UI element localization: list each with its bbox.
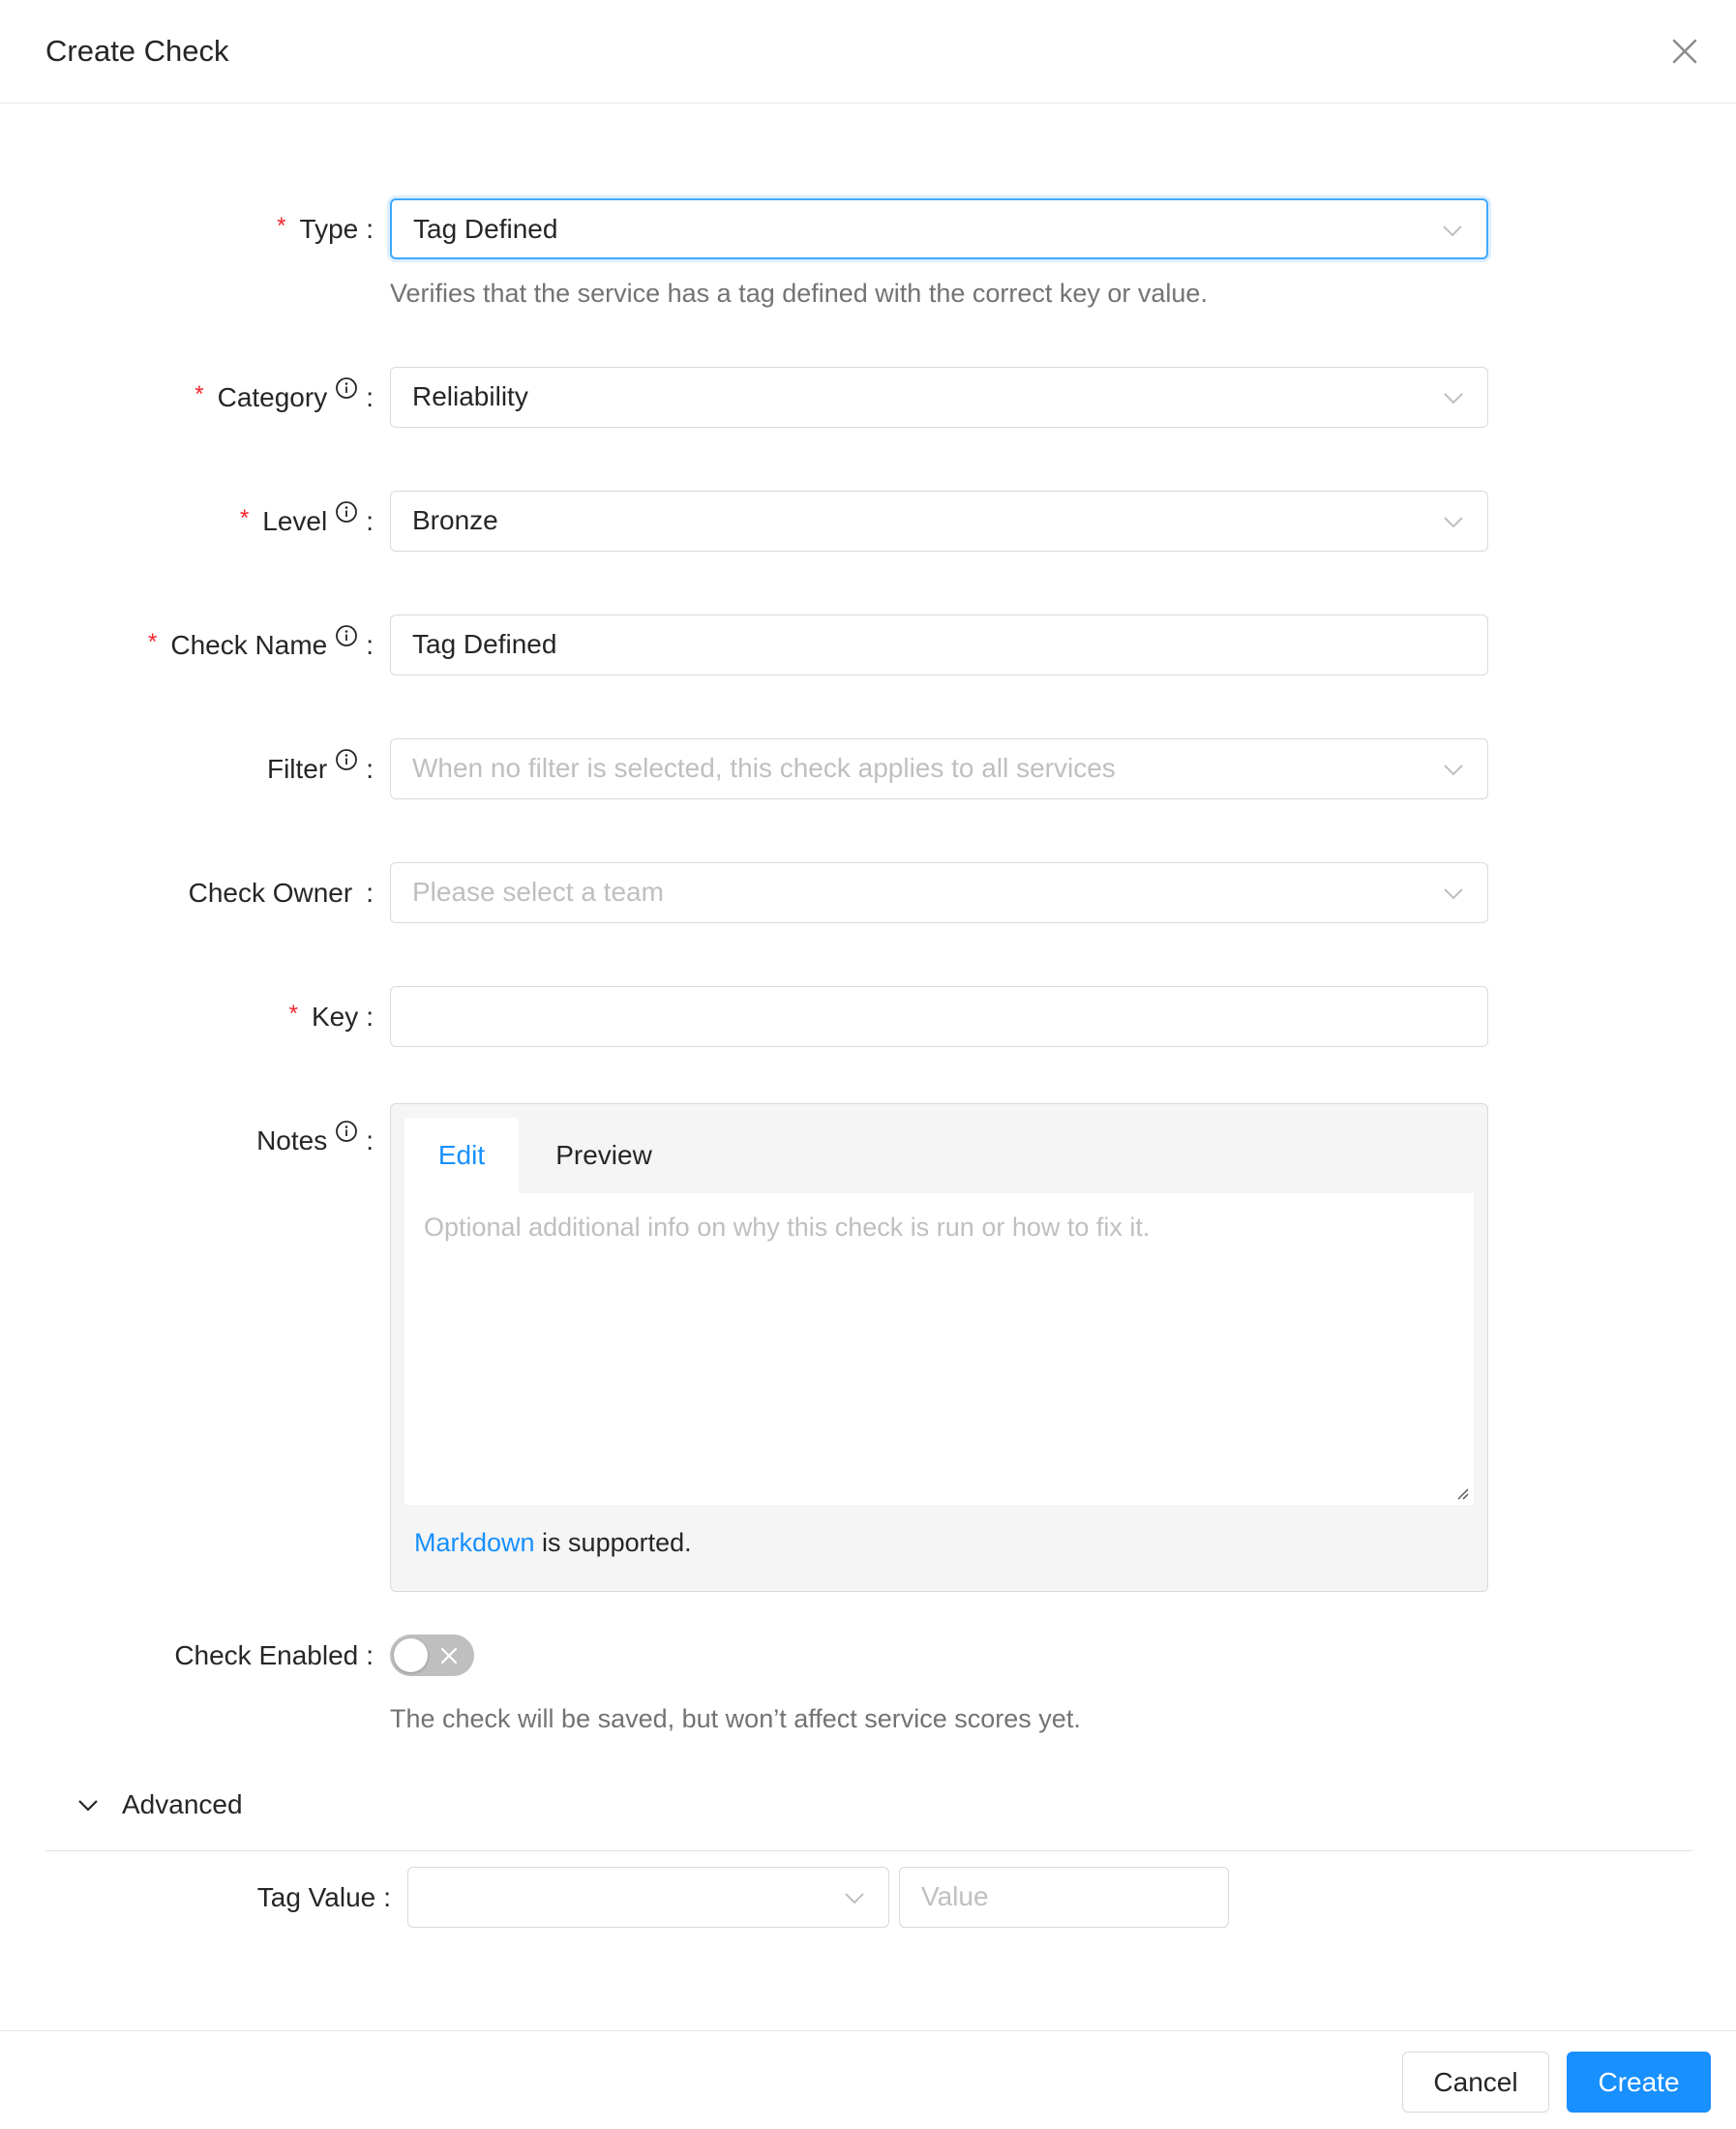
required-mark: *	[195, 381, 204, 407]
tab-edit[interactable]: Edit	[404, 1118, 519, 1193]
notes-placeholder: Optional additional info on why this che…	[424, 1213, 1151, 1242]
type-select-value: Tag Defined	[413, 214, 558, 244]
check-name-label: * Check Name :	[148, 625, 374, 662]
required-mark: *	[239, 505, 250, 531]
check-owner-placeholder: Please select a team	[412, 877, 664, 907]
level-label: * Level :	[239, 501, 374, 538]
cancel-button[interactable]: Cancel	[1402, 2052, 1549, 2113]
advanced-label: Advanced	[122, 1789, 243, 1819]
create-check-modal: Create Check * Type: Tag Defined Verifie…	[0, 0, 1736, 2129]
markdown-hint: Markdown is supported.	[414, 1528, 692, 1557]
check-enabled-help-text: The check will be saved, but won’t affec…	[390, 1704, 1081, 1733]
tag-value-operator-select[interactable]	[407, 1867, 889, 1928]
advanced-collapse-toggle[interactable]: Advanced	[77, 1788, 243, 1821]
info-icon[interactable]	[335, 1120, 358, 1143]
chevron-down-icon	[1444, 765, 1463, 776]
check-owner-select[interactable]: Please select a team	[390, 862, 1488, 923]
notes-label: Notes :	[256, 1121, 374, 1157]
toggle-knob	[394, 1638, 428, 1672]
modal-header: Create Check	[0, 0, 1736, 104]
chevron-down-icon	[845, 1893, 864, 1904]
check-enabled-label: Check Enabled:	[174, 1640, 374, 1670]
markdown-link[interactable]: Markdown	[414, 1528, 535, 1557]
chevron-down-icon	[1444, 888, 1463, 900]
filter-label: Filter :	[267, 749, 374, 786]
chevron-down-icon	[1443, 225, 1462, 237]
close-icon	[1672, 39, 1697, 64]
modal-title: Create Check	[45, 34, 229, 68]
type-select[interactable]: Tag Defined	[390, 198, 1488, 259]
check-name-input[interactable]: Tag Defined	[390, 615, 1488, 675]
key-label: * Key:	[289, 1001, 374, 1034]
required-mark: *	[277, 213, 286, 239]
notes-editor: Edit Preview Optional additional info on…	[390, 1103, 1488, 1592]
info-icon[interactable]	[335, 500, 358, 524]
close-icon	[440, 1647, 458, 1664]
type-label: * Type:	[277, 213, 374, 246]
type-help-text: Verifies that the service has a tag defi…	[390, 279, 1208, 308]
category-label: * Category :	[195, 377, 374, 414]
info-icon[interactable]	[335, 624, 358, 647]
category-select[interactable]: Reliability	[390, 367, 1488, 428]
filter-select[interactable]: When no filter is selected, this check a…	[390, 738, 1488, 799]
chevron-down-icon	[78, 1800, 98, 1812]
check-name-value: Tag Defined	[412, 629, 557, 659]
close-button[interactable]	[1668, 35, 1701, 68]
tag-value-label: Tag Value:	[256, 1882, 391, 1912]
filter-placeholder: When no filter is selected, this check a…	[412, 753, 1116, 783]
required-mark: *	[288, 1001, 298, 1027]
level-select[interactable]: Bronze	[390, 491, 1488, 552]
info-icon[interactable]	[335, 376, 358, 400]
info-icon[interactable]	[335, 748, 358, 771]
chevron-down-icon	[1444, 393, 1463, 405]
required-mark: *	[148, 629, 158, 655]
resize-handle-icon[interactable]	[1454, 1485, 1470, 1501]
create-button[interactable]: Create	[1567, 2052, 1711, 2113]
chevron-down-icon	[1444, 517, 1463, 528]
tab-preview[interactable]: Preview	[534, 1118, 673, 1193]
check-enabled-toggle[interactable]	[390, 1634, 474, 1676]
category-select-value: Reliability	[412, 381, 528, 411]
tag-value-input[interactable]: Value	[899, 1867, 1229, 1928]
footer-divider	[0, 2030, 1736, 2031]
divider	[45, 1850, 1692, 1851]
tag-value-placeholder: Value	[921, 1881, 989, 1911]
key-input[interactable]	[390, 986, 1488, 1047]
level-select-value: Bronze	[412, 505, 498, 535]
notes-textarea[interactable]: Optional additional info on why this che…	[404, 1193, 1474, 1505]
check-owner-label: Check Owner:	[188, 878, 374, 908]
